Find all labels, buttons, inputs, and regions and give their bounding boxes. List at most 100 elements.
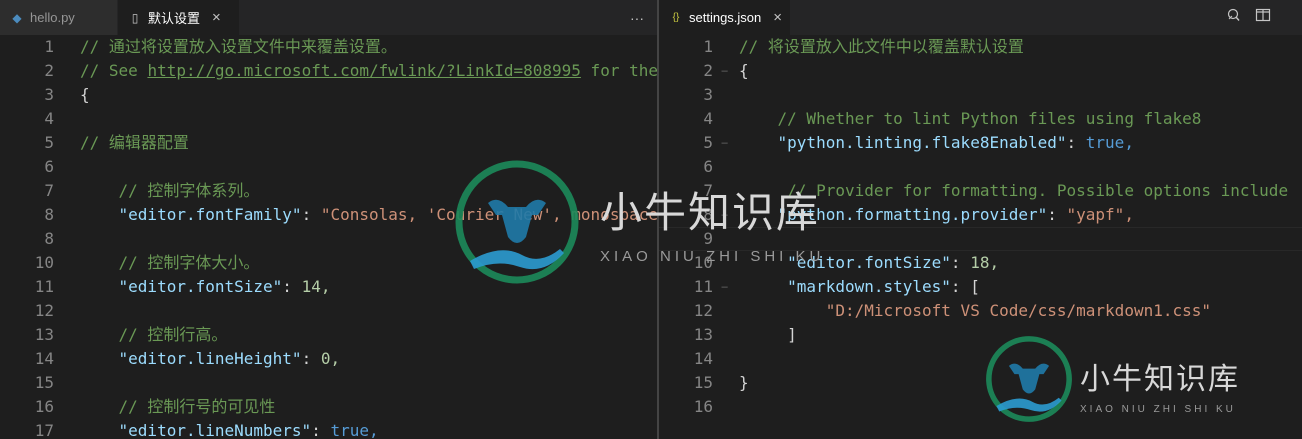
tab-label: hello.py (30, 10, 75, 25)
code-text: // 控制行高。 (80, 323, 228, 347)
code-token: // 控制字体大小。 (80, 253, 260, 272)
line-number: 1 (44, 37, 54, 56)
code-token: // 控制行号的可见性 (80, 397, 276, 416)
colon: : (1066, 133, 1086, 152)
tab-label: 默认设置 (148, 11, 201, 26)
setting-value: 0, (320, 349, 341, 368)
code-line: 2 // See http://go.microsoft.com/fwlink/?… (0, 59, 657, 83)
code-text: // 将设置放入此文件中以覆盖默认设置 (739, 35, 1024, 59)
setting-value: [ (970, 277, 980, 296)
line-number: 4 (703, 109, 713, 128)
setting-key: "markdown.styles" (739, 277, 951, 296)
code-text: "editor.fontSize": 18, (739, 251, 999, 275)
code-line: 16 (659, 395, 1302, 419)
code-line: 6 (0, 155, 657, 179)
code-line: 11 "editor.fontSize": 14, (0, 275, 657, 299)
close-icon[interactable]: × (212, 9, 221, 26)
code-text: "python.formatting.provider": "yapf", (739, 203, 1134, 227)
setting-value: "Consolas, 'Courier New', monospace", (320, 205, 657, 224)
code-line: 5− "python.linting.flake8Enabled": true, (659, 131, 1302, 155)
fold-icon: − (721, 64, 729, 78)
code-text: ] (739, 323, 797, 347)
line-number: 6 (703, 157, 713, 176)
colon: : (311, 421, 331, 439)
line-number: 11 (34, 277, 54, 296)
line-number: 2 (703, 61, 713, 80)
colon: : (301, 349, 321, 368)
code-line: 1 // 通过将设置放入设置文件中来覆盖设置。 (0, 35, 657, 59)
fold-icon: − (721, 208, 729, 222)
right-editor[interactable]: 1// 将设置放入此文件中以覆盖默认设置 2−{3 4 // Whether to … (659, 35, 1302, 439)
code-text: { (739, 59, 749, 83)
code-token: // 控制行高。 (80, 325, 228, 344)
code-token: { (739, 61, 749, 80)
code-line: 15} (659, 371, 1302, 395)
code-token: } (739, 373, 749, 392)
code-line: 7 // 控制字体系列。 (0, 179, 657, 203)
line-number: 13 (693, 325, 713, 344)
code-text: // Whether to lint Python files using fl… (739, 107, 1202, 131)
line-number: 7 (703, 181, 713, 200)
code-token: // 编辑器配置 (80, 133, 189, 152)
line-number: 14 (34, 349, 54, 368)
colon: : (301, 205, 321, 224)
comment-suffix: for the (580, 61, 657, 80)
line-number: 3 (44, 85, 54, 104)
code-text: "editor.lineHeight": 0, (80, 347, 341, 371)
line-number: 16 (34, 397, 54, 416)
line-number: 10 (693, 253, 713, 272)
code-line: 10 "editor.fontSize": 18, (659, 251, 1302, 275)
line-number: 17 (34, 421, 54, 439)
setting-value: true, (330, 421, 379, 439)
line-number: 3 (703, 85, 713, 104)
code-line: 11− "markdown.styles": [ (659, 275, 1302, 299)
line-number: 2 (44, 61, 54, 80)
code-line: 3{ (0, 83, 657, 107)
setting-key: "editor.fontSize" (80, 277, 283, 296)
line-number: 10 (34, 253, 54, 272)
code-line: 14 (659, 347, 1302, 371)
open-changes-icon[interactable] (1225, 7, 1241, 28)
fold-icon: − (721, 280, 729, 294)
line-number: 8 (44, 229, 54, 248)
line-number: 14 (693, 349, 713, 368)
colon: : (1047, 205, 1067, 224)
comment-link: http://go.microsoft.com/fwlink/?LinkId=8… (147, 61, 581, 80)
code-text: } (739, 371, 749, 395)
code-line: 12 (0, 299, 657, 323)
split-editor-icon[interactable] (1255, 7, 1271, 28)
code-text: "editor.fontSize": 14, (80, 275, 331, 299)
file-icon: ▯ (131, 10, 139, 25)
code-text: "editor.lineNumbers": true, (80, 419, 379, 439)
code-text: "D:/Microsoft VS Code/css/markdown1.css" (739, 299, 1211, 323)
tab-hello-py[interactable]: ◆ hello.py (0, 0, 118, 35)
more-actions-icon[interactable]: ··· (630, 10, 644, 26)
code-line: 6 (659, 155, 1302, 179)
code-line: 3 (659, 83, 1302, 107)
close-icon[interactable]: × (773, 9, 782, 26)
line-number: 9 (703, 229, 713, 248)
code-token: "D:/Microsoft VS Code/css/markdown1.css" (739, 301, 1212, 320)
tab-default-settings[interactable]: ▯ 默认设置 × (118, 0, 240, 35)
code-line: 8 (0, 227, 657, 251)
setting-key: "python.formatting.provider" (739, 205, 1048, 224)
setting-value: 14, (301, 277, 331, 296)
code-text: { (80, 83, 90, 107)
code-text: // 控制字体大小。 (80, 251, 260, 275)
code-line: 5 // 编辑器配置 (0, 131, 657, 155)
tab-settings-json[interactable]: {} settings.json × (659, 0, 791, 35)
left-tab-bar: ◆ hello.py ▯ 默认设置 × ··· (0, 0, 657, 35)
comment-prefix: // See (80, 61, 148, 80)
line-number: 7 (44, 181, 54, 200)
code-line: 9 (659, 227, 1302, 251)
line-number: 4 (44, 109, 54, 128)
left-editor[interactable]: 1 // 通过将设置放入设置文件中来覆盖设置。 2 // See http://go.… (0, 35, 657, 439)
setting-value: true, (1085, 133, 1134, 152)
setting-key: "python.linting.flake8Enabled" (739, 133, 1067, 152)
code-line: 16 // 控制行号的可见性 (0, 395, 657, 419)
line-number: 12 (34, 301, 54, 320)
colon: : (950, 277, 971, 296)
setting-key: "editor.lineHeight" (80, 349, 302, 368)
code-token: // Provider for formatting. Possible opt… (739, 181, 1289, 200)
code-line: 10 // 控制字体大小。 (0, 251, 657, 275)
